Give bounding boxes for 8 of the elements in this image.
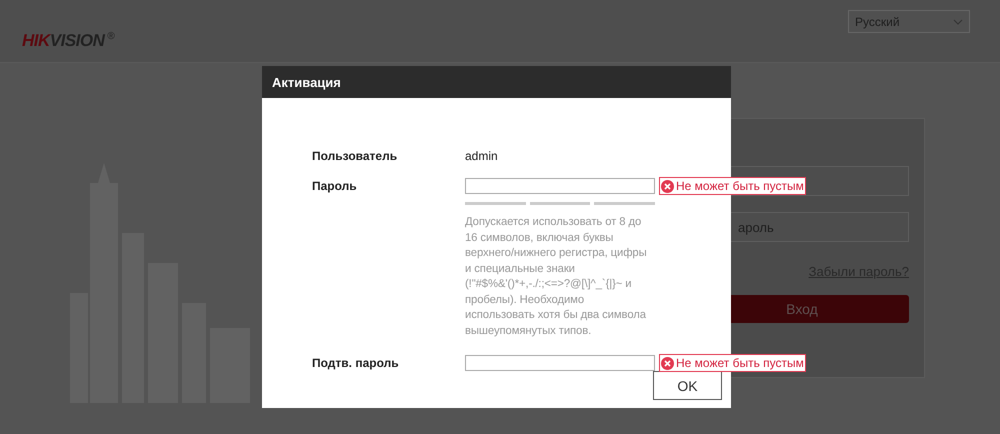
dialog-title: Активация [262,66,731,98]
field-label: Пользователь [312,148,398,164]
error-message: Не может быть пустым [676,356,804,370]
field-label: Подтв. пароль [312,355,400,371]
field-label: Пароль [312,178,358,194]
error-message: Не может быть пустым [676,179,804,193]
password-hint: Допускается использовать от 8 до 16 символов, включая буквы верхнего/нижнего регистра, цифры и специальные знаки (!"#$%&'()*+,-./:;<=>?@[\]^_`{|}~ и пробелы). Необходимо использовать хотя бы два символа вышеупомянутых типов. [465,215,648,338]
field-value: admin [465,148,498,164]
